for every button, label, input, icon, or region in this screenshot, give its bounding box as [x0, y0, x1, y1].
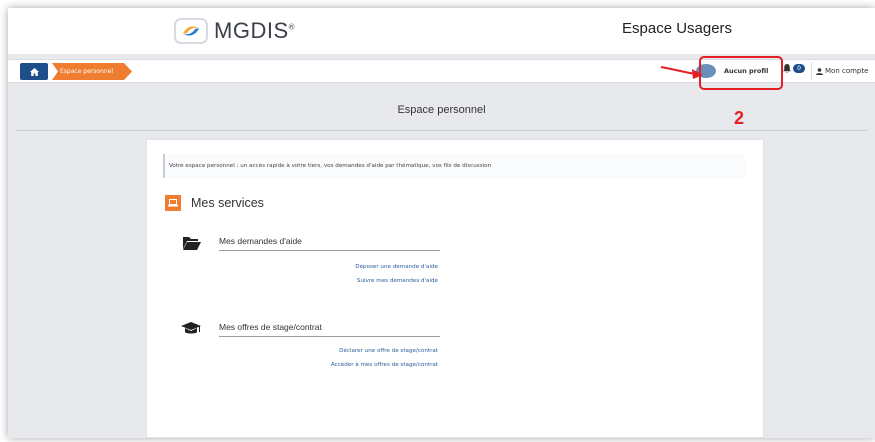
page-title: Espace personnel: [397, 104, 486, 116]
services-card: Votre espace personnel : un accès rapide…: [146, 139, 764, 438]
browser-frame: MGDIS® Espace Usagers Espace personnel A…: [8, 8, 875, 438]
section-title-demandes[interactable]: Mes demandes d'aide: [219, 236, 440, 251]
graduation-cap-icon: [181, 322, 201, 334]
user-icon: [816, 67, 823, 75]
breadcrumb-espace-personnel[interactable]: Espace personnel: [52, 63, 132, 80]
logo-badge-icon: [174, 18, 208, 44]
section-title-offres[interactable]: Mes offres de stage/contrat: [219, 322, 440, 337]
bell-icon: [783, 64, 791, 73]
home-button[interactable]: [20, 63, 48, 80]
notification-count-badge: 0: [793, 64, 805, 73]
link-deposer-demande[interactable]: Déposer une demande d'aide: [355, 264, 438, 270]
title-divider: [16, 130, 867, 131]
annotation-arrow-icon: [660, 66, 703, 79]
link-declarer-offre[interactable]: Déclarer une offre de stage/contrat: [339, 348, 438, 354]
laptop-icon: [165, 195, 181, 211]
mgdis-logo[interactable]: MGDIS®: [174, 14, 295, 48]
account-menu[interactable]: Mon compte: [816, 60, 868, 82]
portal-title: Espace Usagers: [622, 20, 733, 37]
divider: [811, 62, 812, 80]
link-acceder-offres[interactable]: Accéder à mes offres de stage/contrat: [331, 362, 438, 368]
folder-icon: [183, 237, 201, 250]
services-header: Mes services: [165, 195, 264, 211]
notifications-button[interactable]: 0: [783, 64, 805, 73]
logo-text: MGDIS®: [214, 18, 296, 43]
account-label: Mon compte: [825, 67, 869, 75]
top-header: MGDIS® Espace Usagers: [8, 8, 875, 54]
link-suivre-demandes[interactable]: Suivre mes demandes d'aide: [357, 278, 438, 284]
services-title: Mes services: [191, 196, 264, 210]
intro-text: Votre espace personnel : un accès rapide…: [163, 154, 745, 178]
home-icon: [29, 67, 39, 76]
annotation-highlight-box: [699, 56, 783, 90]
